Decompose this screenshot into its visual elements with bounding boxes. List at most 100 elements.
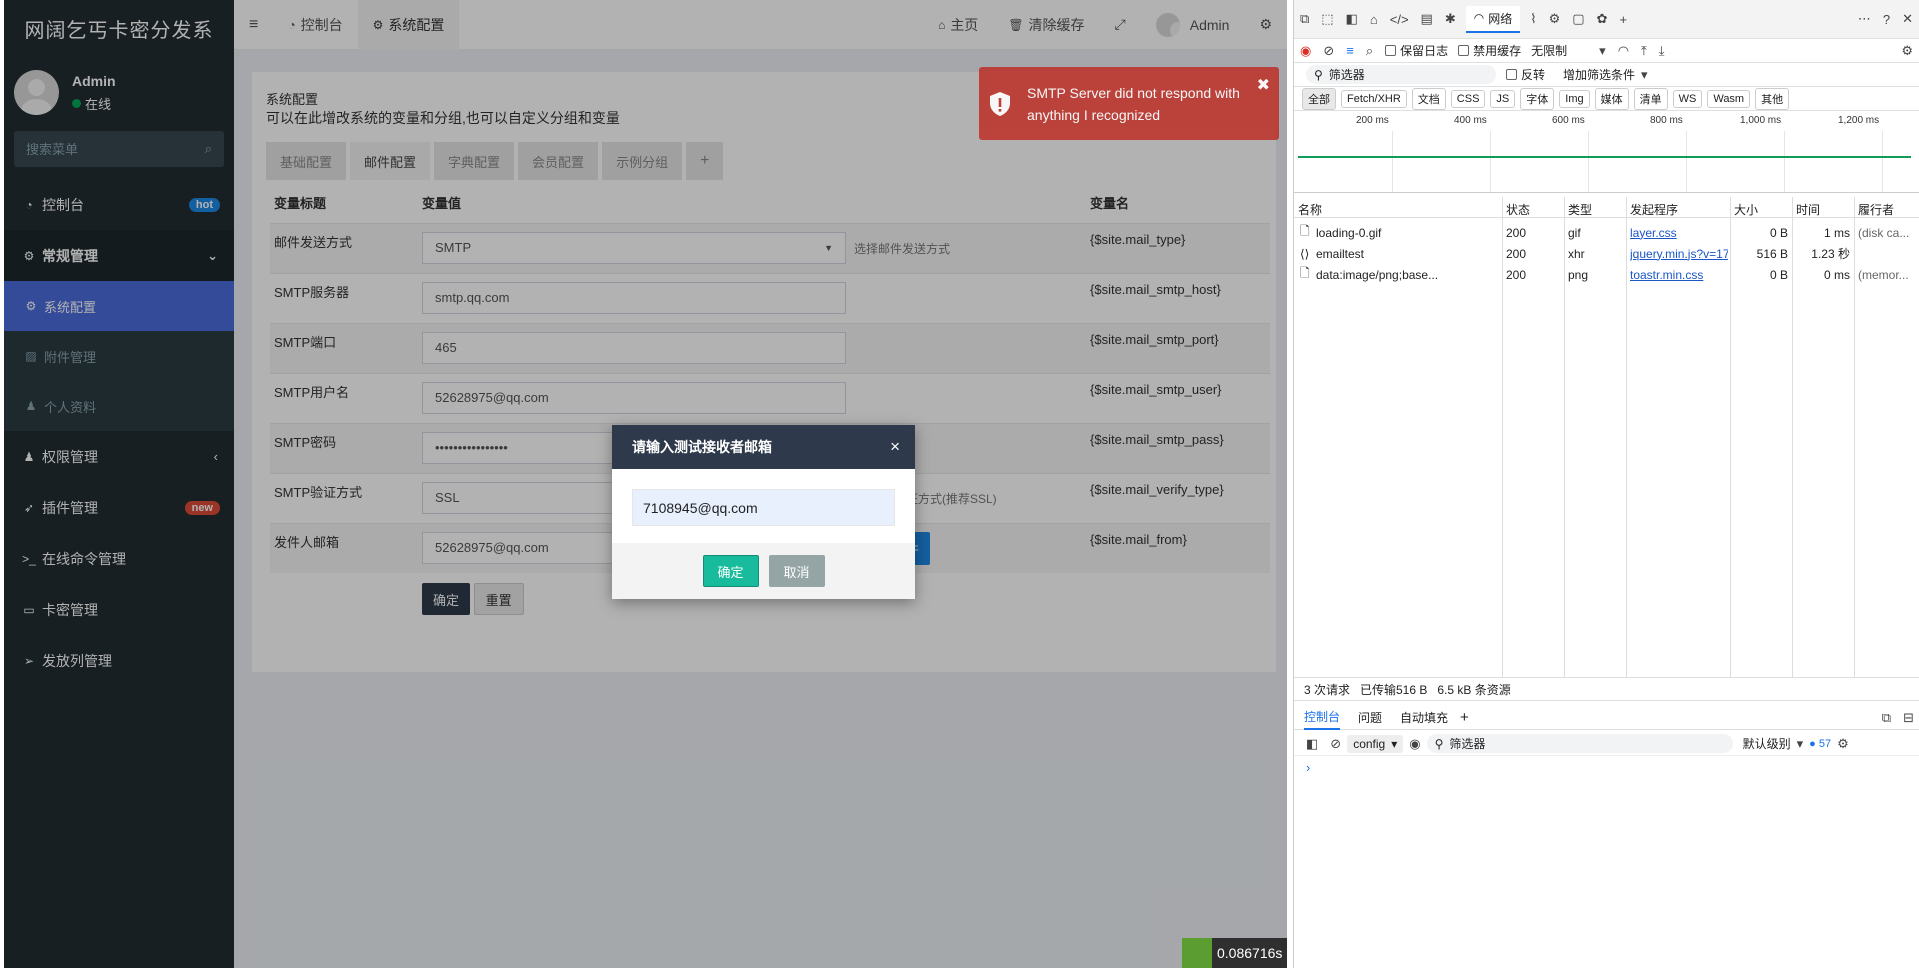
prompt-dialog: 请输入测试接收者邮箱 × 确定 取消: [612, 425, 915, 599]
tick-label: 400 ms: [1454, 115, 1487, 126]
col-status[interactable]: 状态: [1506, 201, 1530, 218]
caret-down-icon: ▾: [1796, 735, 1804, 751]
application-icon[interactable]: ▢: [1572, 11, 1584, 27]
clear-icon[interactable]: ⊘: [1323, 43, 1334, 59]
download-icon[interactable]: ⤓: [1659, 43, 1665, 59]
console-filter-input[interactable]: ⚲ 筛选器: [1426, 734, 1733, 753]
close-icon[interactable]: ✖: [1257, 75, 1270, 97]
type-filter[interactable]: 清单: [1633, 87, 1668, 110]
console-settings-icon[interactable]: ⚙: [1837, 736, 1849, 752]
type-filter[interactable]: JS: [1490, 89, 1516, 108]
settings-icon[interactable]: ⚙: [1549, 11, 1561, 27]
error-toast[interactable]: SMTP Server did not respond with anythin…: [979, 67, 1279, 140]
admin-app: 网阔乞丐卡密分发系 Admin 在线 ⌕ ◔控制台hot ⚙常规管理⌄ ⚙系统配…: [4, 0, 1287, 968]
sidebar-icon[interactable]: ◧: [1306, 736, 1318, 752]
network-controls: ◉ ⊘ ≡ ⌕ 保留日志 禁用缓存 无限制 ▾ ◠ ⤒ ⤓ ⚙: [1294, 39, 1919, 63]
funnel-icon: ⚲: [1314, 67, 1323, 82]
dock-icon[interactable]: ◧: [1346, 11, 1358, 27]
clear-console-icon[interactable]: ⊘: [1330, 736, 1341, 752]
col-type[interactable]: 类型: [1568, 201, 1592, 218]
elements-icon[interactable]: </>: [1390, 12, 1409, 27]
trace-timer[interactable]: 0.086716s: [1182, 938, 1287, 968]
issues-count[interactable]: ● 57: [1809, 738, 1831, 750]
toast-message: SMTP Server did not respond with anythin…: [1027, 84, 1240, 123]
extensions-icon[interactable]: ✿: [1597, 11, 1608, 27]
record-icon[interactable]: ◉: [1300, 43, 1311, 59]
device-icon[interactable]: ⧉: [1300, 11, 1309, 27]
performance-icon[interactable]: ⌇: [1530, 11, 1536, 27]
invert-checkbox[interactable]: 反转: [1506, 66, 1545, 83]
ok-button[interactable]: 确定: [702, 555, 759, 587]
close-icon[interactable]: ×: [890, 437, 900, 457]
col-name[interactable]: 名称: [1298, 201, 1322, 218]
context-select[interactable]: config ▾: [1347, 734, 1404, 753]
inspect-icon[interactable]: ⬚: [1321, 11, 1333, 27]
close-devtools-icon[interactable]: ✕: [1902, 11, 1913, 27]
type-filter-row: 全部 Fetch/XHR 文档 CSS JS 字体 Img 媒体 清单 WS W…: [1294, 87, 1919, 111]
shield-warning-icon: [989, 90, 1011, 118]
devtools-panel: ⧉ ⬚ ◧ ⌂ </> ▤ ✱ ◠ 网络 ⌇ ⚙ ▢ ✿ + ⋯ ? ✕ ◉ ⊘ …: [1293, 0, 1919, 968]
network-summary: 3 次请求 已传输516 B 6.5 kB 条资源: [1294, 677, 1919, 701]
disable-cache-checkbox[interactable]: 禁用缓存: [1458, 42, 1521, 59]
preserve-log-checkbox[interactable]: 保留日志: [1385, 42, 1448, 59]
col-time[interactable]: 时间: [1796, 201, 1820, 218]
email-field[interactable]: [632, 489, 895, 526]
bug-icon[interactable]: ✱: [1445, 11, 1456, 27]
type-filter[interactable]: Img: [1559, 89, 1590, 108]
filter-row: ⚲ 筛选器 反转 增加筛选条件 ▾: [1294, 63, 1919, 87]
network-timeline[interactable]: 200 ms 400 ms 600 ms 800 ms 1,000 ms 1,2…: [1294, 111, 1919, 193]
more-filters-button[interactable]: 增加筛选条件: [1563, 66, 1635, 83]
network-settings-icon[interactable]: ⚙: [1901, 43, 1913, 59]
add-tab-icon[interactable]: +: [1619, 12, 1627, 27]
tick-label: 200 ms: [1356, 115, 1389, 126]
type-filter[interactable]: WS: [1672, 89, 1703, 108]
type-filter[interactable]: 文档: [1411, 87, 1446, 110]
drawer-tabs: 控制台 问题 自动填充 + ⧉ ⊟: [1294, 706, 1919, 730]
tick-label: 800 ms: [1650, 115, 1683, 126]
help-icon[interactable]: ?: [1883, 12, 1890, 27]
log-level-select[interactable]: 默认级别: [1743, 735, 1791, 752]
type-filter[interactable]: Wasm: [1707, 89, 1751, 108]
filter-icon[interactable]: ≡: [1346, 43, 1354, 58]
request-row[interactable]: 🗋 data:image/png;base... 200 png toastr.…: [1294, 264, 1919, 285]
eye-icon[interactable]: ◉: [1409, 736, 1420, 752]
devtools-toolbar: ⧉ ⬚ ◧ ⌂ </> ▤ ✱ ◠ 网络 ⌇ ⚙ ▢ ✿ + ⋯ ? ✕: [1294, 0, 1919, 39]
close-drawer-icon[interactable]: ⊟: [1903, 710, 1914, 726]
file-icon: 🗋: [1300, 266, 1310, 280]
console-prompt-icon[interactable]: ›: [1306, 760, 1310, 775]
type-filter[interactable]: Fetch/XHR: [1341, 89, 1407, 108]
network-filter-input[interactable]: ⚲ 筛选器: [1306, 65, 1496, 84]
timeline-ticks: 200 ms 400 ms 600 ms 800 ms 1,000 ms 1,2…: [1294, 111, 1919, 131]
type-filter[interactable]: 全部: [1302, 87, 1336, 110]
col-fulfilled[interactable]: 履行者: [1858, 201, 1894, 218]
type-filter[interactable]: 其他: [1755, 87, 1790, 110]
welcome-icon[interactable]: ⌂: [1370, 12, 1378, 27]
add-tab-icon[interactable]: +: [1460, 709, 1469, 726]
drawer-tab-issues[interactable]: 问题: [1358, 709, 1382, 726]
console-toolbar: ◧ ⊘ config ▾ ◉ ⚲ 筛选器 默认级别 ▾ ● 57 ⚙: [1294, 732, 1919, 756]
tick-label: 600 ms: [1552, 115, 1585, 126]
more-icon[interactable]: ⋯: [1858, 11, 1871, 27]
caret-down-icon: ▾: [1599, 42, 1606, 58]
tab-network[interactable]: ◠ 网络: [1465, 5, 1521, 33]
wifi-settings-icon[interactable]: ◠: [1618, 43, 1629, 59]
undock-icon[interactable]: ⧉: [1882, 710, 1891, 726]
file-icon: 🗋: [1300, 224, 1310, 238]
throttle-select[interactable]: 无限制: [1531, 42, 1567, 59]
type-filter[interactable]: CSS: [1450, 89, 1486, 108]
type-filter[interactable]: 媒体: [1594, 87, 1629, 110]
request-row[interactable]: ⟨⟩ emailtest 200 xhr jquery.min.js?v=17 …: [1294, 243, 1919, 264]
cancel-button[interactable]: 取消: [768, 555, 825, 587]
dialog-header: 请输入测试接收者邮箱 ×: [612, 425, 915, 469]
drawer-tab-autofill[interactable]: 自动填充: [1400, 709, 1448, 726]
type-filter[interactable]: 字体: [1520, 87, 1555, 110]
request-row[interactable]: 🗋 loading-0.gif 200 gif layer.css 0 B 1 …: [1294, 222, 1919, 243]
upload-icon[interactable]: ⤒: [1641, 43, 1647, 59]
col-initiator[interactable]: 发起程序: [1630, 201, 1678, 218]
search-icon[interactable]: ⌕: [1366, 43, 1373, 59]
console-icon[interactable]: ▤: [1421, 11, 1433, 27]
col-size[interactable]: 大小: [1734, 201, 1758, 218]
wifi-icon: ◠: [1473, 11, 1485, 25]
tick-label: 1,000 ms: [1740, 115, 1782, 126]
drawer-tab-console[interactable]: 控制台: [1304, 705, 1341, 730]
